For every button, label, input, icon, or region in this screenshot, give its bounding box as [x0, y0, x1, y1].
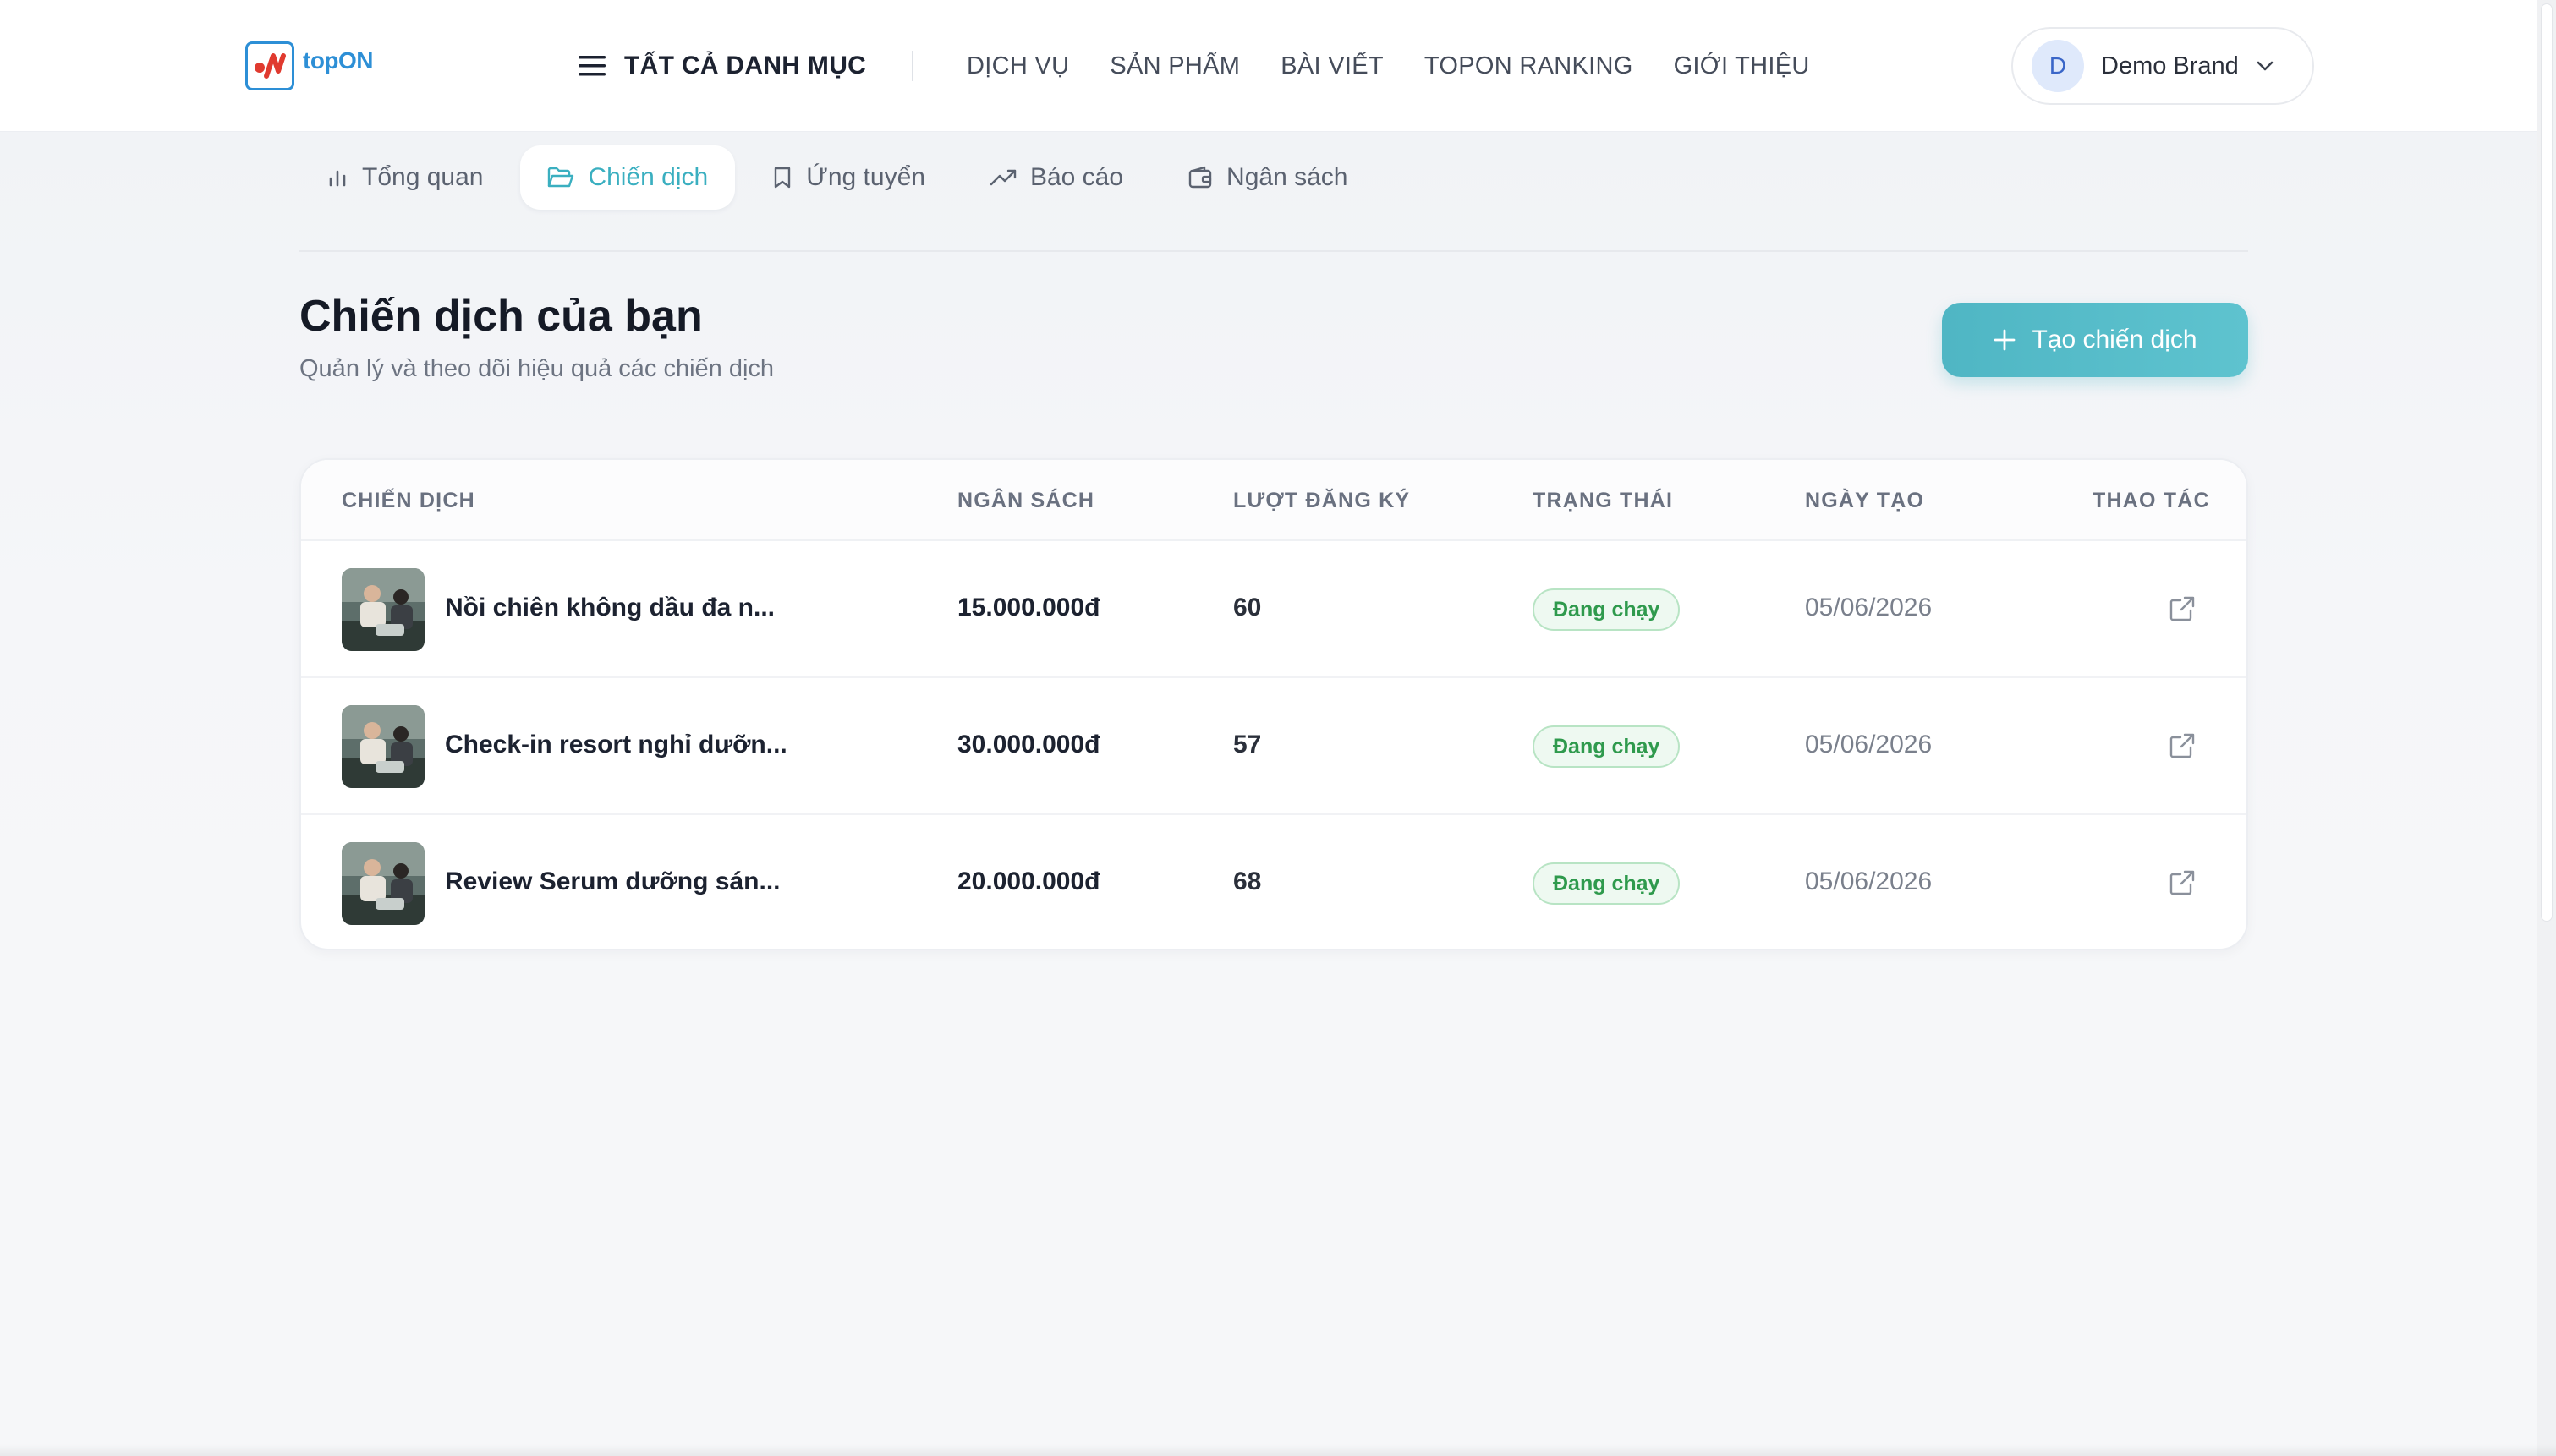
table-row[interactable]: Nồi chiên không dầu đa n... 15.000.000đ … [301, 541, 2246, 678]
top-navigation: DỊCH VỤ SẢN PHẨM BÀI VIẾT TOPON RANKING … [967, 49, 1810, 83]
nav-item-about[interactable]: GIỚI THIỆU [1674, 52, 1810, 80]
campaign-name[interactable]: Nồi chiên không dầu đa n... [445, 594, 775, 622]
external-link-icon[interactable] [2167, 594, 2197, 624]
campaign-thumbnail [342, 842, 425, 925]
folder-open-icon [548, 167, 574, 188]
external-link-icon[interactable] [2167, 731, 2197, 761]
tab-applications-label: Ứng tuyển [806, 163, 925, 191]
tab-reports[interactable]: Báo cáo [963, 145, 1150, 210]
bookmark-icon [775, 167, 791, 189]
campaign-thumbnail [342, 705, 425, 788]
tab-overview[interactable]: Tổng quan [299, 145, 510, 210]
plus-icon [1994, 329, 2016, 351]
create-campaign-label: Tạo chiến dịch [2032, 326, 2197, 353]
campaign-registrations: 60 [1233, 594, 1262, 621]
dashboard-tabs: Tổng quan Chiến dịch Ứng tuyển Báo cáo N… [299, 144, 1374, 211]
tab-budget[interactable]: Ngân sách [1160, 145, 1374, 210]
status-badge: Đang chạy [1533, 588, 1681, 631]
nav-item-ranking[interactable]: TOPON RANKING [1424, 52, 1633, 80]
tabs-divider [299, 250, 2248, 252]
user-menu-button[interactable]: D Demo Brand [2011, 27, 2314, 105]
external-link-icon[interactable] [2167, 868, 2197, 898]
campaign-registrations: 68 [1233, 868, 1262, 895]
scrollbar-thumb[interactable] [2541, 3, 2553, 922]
column-header-status: TRẠNG THÁI [1533, 489, 1674, 512]
campaigns-table: CHIẾN DỊCH NGÂN SÁCH LƯỢT ĐĂNG KÝ TRẠNG … [299, 458, 2248, 950]
avatar: D [2032, 40, 2084, 92]
campaign-name[interactable]: Check-in resort nghỉ dưỡn... [445, 731, 787, 759]
campaign-budget: 20.000.000đ [957, 868, 1100, 895]
column-header-created: NGÀY TẠO [1805, 489, 1925, 512]
menu-icon [579, 56, 606, 76]
page-subtitle: Quản lý và theo dõi hiệu quả các chiến d… [299, 355, 775, 382]
campaign-budget: 30.000.000đ [957, 731, 1100, 758]
campaign-name[interactable]: Review Serum dưỡng sán... [445, 868, 781, 896]
nav-item-products[interactable]: SẢN PHẨM [1110, 52, 1240, 80]
column-header-registrations: LƯỢT ĐĂNG KÝ [1233, 489, 1411, 512]
all-categories-button[interactable]: TẤT CẢ DANH MỤC [579, 49, 866, 83]
tab-budget-label: Ngân sách [1226, 163, 1348, 191]
chevron-down-icon [2257, 61, 2274, 71]
logo[interactable]: topON [245, 41, 374, 91]
status-badge: Đang chạy [1533, 862, 1681, 905]
all-categories-label: TẤT CẢ DANH MỤC [624, 52, 867, 79]
column-header-campaign: CHIẾN DỊCH [342, 489, 475, 512]
campaign-created-date: 05/06/2026 [1805, 594, 1933, 621]
column-header-budget: NGÂN SÁCH [957, 489, 1095, 512]
campaign-created-date: 05/06/2026 [1805, 868, 1933, 895]
user-name: Demo Brand [2101, 52, 2239, 79]
tab-reports-label: Báo cáo [1029, 163, 1124, 191]
create-campaign-button[interactable]: Tạo chiến dịch [1942, 303, 2248, 377]
wallet-icon [1188, 166, 1212, 189]
campaign-created-date: 05/06/2026 [1805, 731, 1933, 758]
bar-chart-icon [329, 170, 346, 187]
column-header-actions: THAO TÁC [2093, 489, 2210, 512]
trend-up-icon [990, 169, 1017, 186]
top-header: topON TẤT CẢ DANH MỤC DỊCH VỤ SẢN PHẨM B… [0, 0, 2537, 132]
tab-campaigns-label: Chiến dịch [588, 163, 709, 191]
table-row[interactable]: Review Serum dưỡng sán... 20.000.000đ 68… [301, 815, 2246, 949]
window-bottom-edge [0, 1444, 2556, 1456]
nav-divider [912, 51, 913, 81]
logo-mark-icon [245, 41, 294, 90]
tab-campaigns[interactable]: Chiến dịch [520, 145, 736, 210]
nav-item-articles[interactable]: BÀI VIẾT [1281, 52, 1384, 80]
tab-overview-label: Tổng quan [362, 163, 484, 191]
page-title: Chiến dịch của bạn [299, 292, 703, 341]
vertical-scrollbar[interactable] [2537, 0, 2556, 1456]
campaign-budget: 15.000.000đ [957, 594, 1100, 621]
table-header: CHIẾN DỊCH NGÂN SÁCH LƯỢT ĐĂNG KÝ TRẠNG … [301, 460, 2246, 541]
table-row[interactable]: Check-in resort nghỉ dưỡn... 30.000.000đ… [301, 678, 2246, 815]
nav-item-services[interactable]: DỊCH VỤ [967, 52, 1069, 80]
status-badge: Đang chạy [1533, 725, 1681, 768]
campaign-thumbnail [342, 568, 425, 651]
tab-applications[interactable]: Ứng tuyển [745, 145, 952, 210]
campaign-registrations: 57 [1233, 731, 1262, 758]
logo-text: topON [303, 47, 374, 74]
